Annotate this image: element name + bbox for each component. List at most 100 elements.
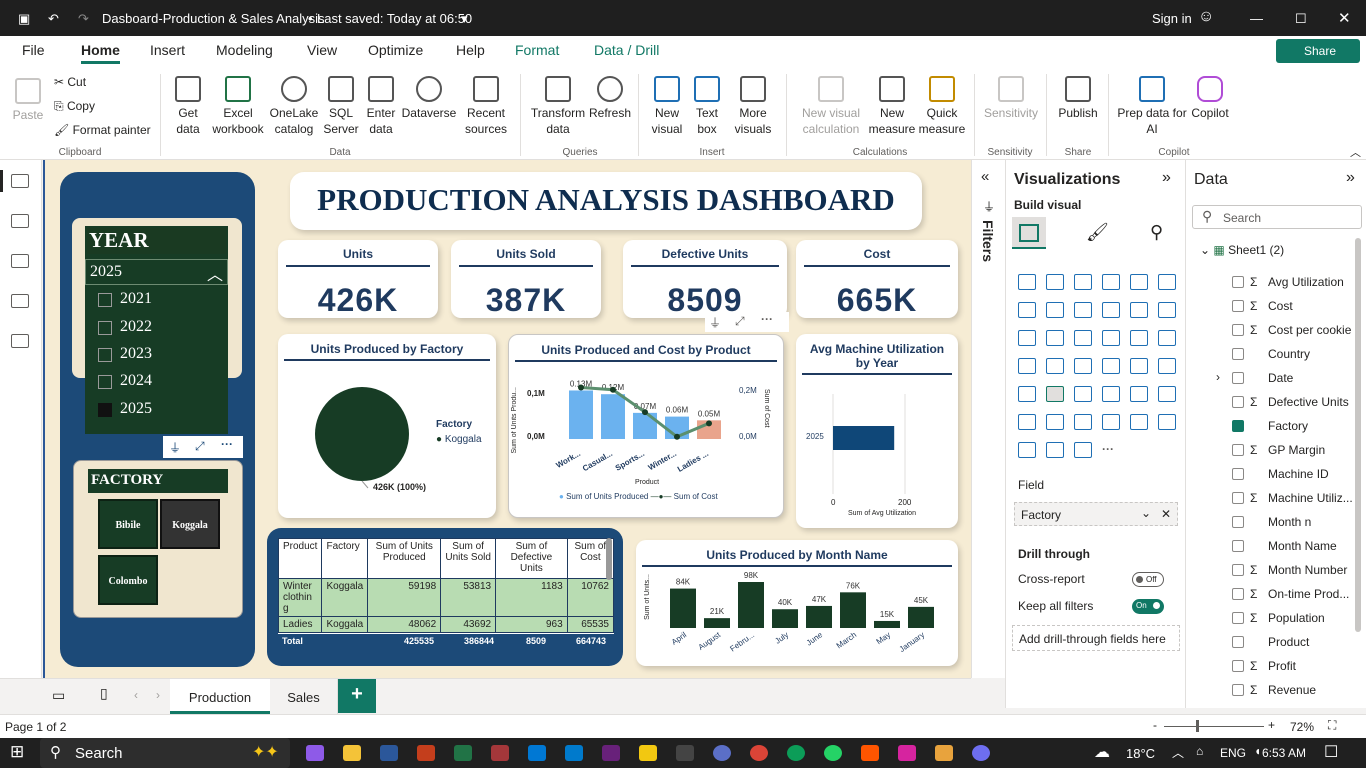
matrix-icon[interactable] [1102,386,1120,402]
publish-button[interactable]: Publish [1054,76,1102,121]
add-drill-through-well[interactable]: Add drill-through fields here [1012,625,1180,651]
filled-map-icon[interactable] [1046,358,1064,374]
narrative-icon[interactable] [1046,442,1064,458]
bar-month[interactable] [874,620,900,628]
clustered-column-icon[interactable] [1102,274,1120,290]
account-icon[interactable]: ☺ [1198,8,1214,26]
build-visual-tab[interactable] [1012,217,1046,249]
chevron-down-icon[interactable]: ⌄ [1141,506,1151,520]
filter-icon[interactable]: ⏚ [169,439,181,456]
copy-button[interactable]: ⎘ Copy [54,98,95,114]
zoom-out-button[interactable]: - [1153,718,1157,732]
checkbox[interactable] [1232,612,1244,624]
field-item[interactable]: Date › [1186,370,1354,390]
pie-chart-card[interactable]: Units Produced by Factory 426K (100%) Fa… [278,334,496,518]
zoom-in-button[interactable]: + [1268,718,1275,732]
powerpoint-icon[interactable] [417,745,435,761]
checkbox[interactable] [1232,468,1244,480]
tmdl-view-icon[interactable] [11,334,29,348]
line-clustered-icon[interactable] [1130,302,1148,318]
checkbox[interactable] [1232,516,1244,528]
bar-month[interactable] [806,605,832,628]
key-influencers-icon[interactable] [1018,414,1036,430]
bar-month[interactable] [704,618,730,628]
word-icon[interactable] [380,745,398,761]
sql-server-button[interactable]: SQL Server [322,76,360,137]
field-item[interactable]: Σ Avg Utilization [1186,274,1354,294]
chevron-up-icon[interactable]: ︿ [207,261,223,285]
year-option-2022[interactable]: 2022 [91,316,227,340]
ribbon-icon[interactable] [1158,302,1176,318]
notifications-icon[interactable]: ☐ [1324,742,1338,762]
year-option-2021[interactable]: 2021 [91,288,227,312]
maximize-button[interactable]: ☐ [1295,11,1307,27]
text-box-button[interactable]: Text box [690,76,724,137]
save-icon[interactable]: ▣ [18,11,30,27]
kpi-defective-units[interactable]: Defective Units 8509 [623,240,787,318]
page-tab-production[interactable]: Production [170,679,270,714]
year-dropdown[interactable]: 2025 ︿ [85,259,228,285]
power-bi-icon[interactable] [639,745,657,761]
checkbox[interactable] [1232,660,1244,672]
bar-month[interactable] [670,588,696,628]
col-product[interactable]: Product [278,538,323,579]
multi-row-card-icon[interactable] [1158,358,1176,374]
kpi-units[interactable]: Units 426K [278,240,438,318]
checkbox[interactable] [1232,444,1244,456]
paginated-icon[interactable] [1130,414,1148,430]
dax-query-icon[interactable] [11,294,29,308]
trophy-icon[interactable] [1158,414,1176,430]
checkbox[interactable] [98,348,112,362]
combo-chart-card[interactable]: Units Produced and Cost by Product 0.13M… [508,334,784,518]
collapse-ribbon-icon[interactable]: ︿ [1350,144,1361,160]
clock[interactable]: 6:53 AM [1262,746,1306,760]
checkbox[interactable] [1232,348,1244,360]
redo-icon[interactable]: ↷ [78,11,89,27]
bar-month[interactable] [840,592,866,628]
volume-icon[interactable]: ◖ [1254,744,1261,758]
col-units-sold[interactable]: Sum of Units Sold [440,538,497,579]
checkbox-checked[interactable] [1232,420,1244,432]
stacked-area-icon[interactable] [1074,302,1092,318]
format-visual-icon[interactable]: 🖌 [1086,222,1109,243]
chevron-down-icon[interactable]: ⌄ [1200,243,1210,257]
more-options-icon[interactable]: ··· [761,312,773,326]
filters-pane[interactable]: « ⏚ Filters [971,160,1005,678]
focus-mode-icon[interactable]: ⤢ [735,314,745,329]
copilot-taskbar-icon[interactable] [306,745,324,761]
vscode-icon[interactable] [565,745,583,761]
checkbox[interactable] [1232,636,1244,648]
share-button[interactable]: Share [1276,39,1360,63]
get-data-button[interactable]: Get data [168,76,208,137]
field-item[interactable]: Machine ID [1186,466,1354,486]
onelake-button[interactable]: OneLake catalog [268,76,320,137]
refresh-button[interactable]: Refresh [588,76,632,121]
chrome-icon[interactable] [750,745,768,761]
smart-narrative-icon[interactable] [1102,414,1120,430]
chevron-up-icon[interactable]: ︿ [1172,744,1184,761]
excel-icon[interactable] [454,745,472,761]
factory-option-colombo[interactable]: Colombo [98,555,158,605]
zoom-thumb[interactable] [1196,720,1199,732]
expand-icon[interactable]: › [1216,370,1220,384]
soundcloud-icon[interactable] [861,745,879,761]
quick-measure-button[interactable]: Quick measure [916,76,968,137]
checkbox[interactable] [1232,588,1244,600]
col-defective[interactable]: Sum of Defective Units [495,538,568,579]
enter-data-button[interactable]: Enter data [362,76,400,137]
undo-icon[interactable]: ↶ [48,11,59,27]
paste-button[interactable]: Paste [8,78,48,123]
field-item[interactable]: Σ Profit [1186,658,1354,678]
machine-utilization-card[interactable]: Avg Machine Utilization by Year 2025 0 2… [796,334,958,528]
field-well[interactable]: Factory ⌄ ✕ [1014,502,1178,526]
checkbox[interactable] [1232,492,1244,504]
data-scrollbar[interactable] [1355,238,1361,632]
cut-button[interactable]: ✂ Cut [54,74,86,90]
clustered-bar-icon[interactable] [1074,274,1092,290]
tab-view[interactable]: View [307,42,337,58]
month-chart-card[interactable]: Units Produced by Month Name 84K April 21K… [636,540,958,666]
edge-icon[interactable] [787,745,805,761]
col-factory[interactable]: Factory [321,538,369,579]
prev-page-icon[interactable]: ‹ [134,688,138,702]
mobile-layout-icon[interactable]: ▯ [100,685,108,702]
